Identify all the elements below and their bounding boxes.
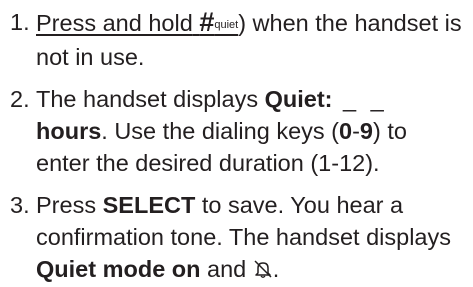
press-hold-text: Press and hold #quiet: [36, 7, 239, 37]
key-0: 0: [339, 118, 353, 144]
step-2: 2. The handset displays Quiet: _ _ hours.…: [10, 83, 465, 179]
step-number: 2.: [10, 86, 30, 112]
step-3: 3. Press SELECT to save. You hear a conf…: [10, 189, 465, 287]
bell-off-icon: [253, 255, 273, 287]
hash-key: #: [199, 7, 215, 37]
select-key: SELECT: [102, 192, 196, 218]
instruction-document: 1. Press and hold #quiet) when the hands…: [0, 0, 473, 282]
key-9: 9: [359, 118, 373, 144]
blank-digits: _ _: [332, 86, 388, 112]
display-quiet: Quiet:: [264, 86, 333, 112]
step-1: 1. Press and hold #quiet) when the hands…: [10, 7, 462, 70]
display-hours: hours: [36, 118, 102, 144]
step-number: 3.: [10, 192, 30, 218]
hash-key-label: quiet: [214, 19, 239, 31]
display-quiet-mode-on: Quiet mode on: [36, 256, 201, 282]
step-number: 1.: [10, 9, 30, 35]
steps-list: 1. Press and hold #quiet) when the hands…: [10, 6, 465, 287]
